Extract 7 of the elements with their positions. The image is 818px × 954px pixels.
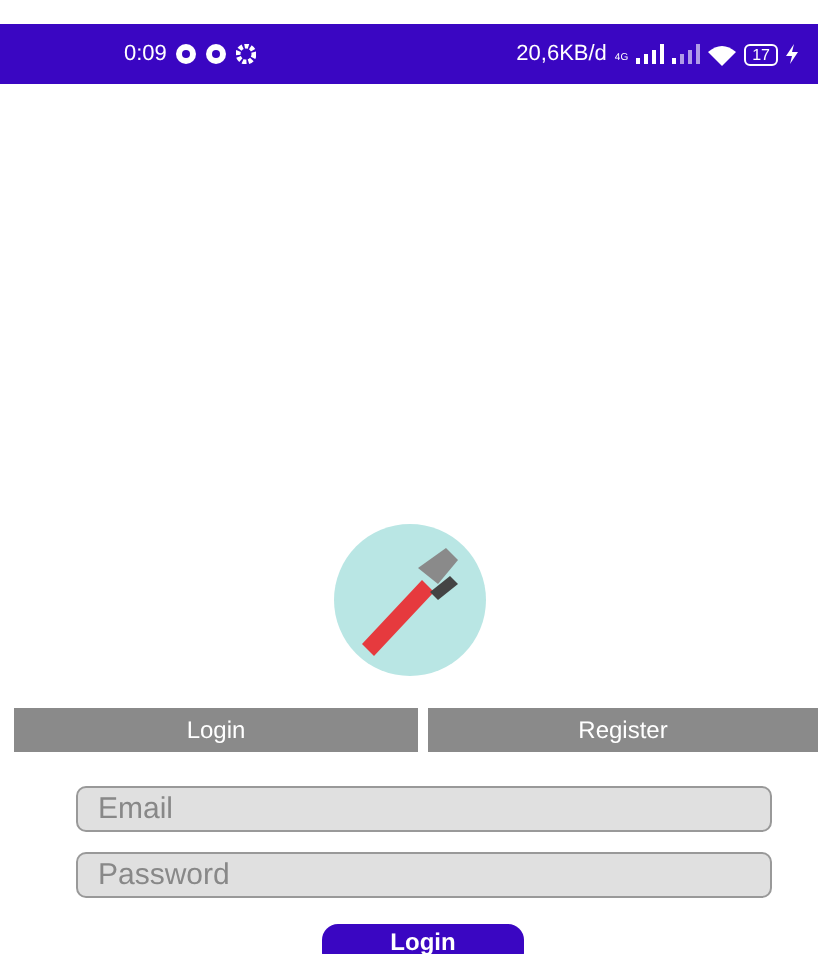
email-field[interactable]: Email xyxy=(76,786,772,832)
password-field[interactable]: Password xyxy=(76,852,772,898)
tab[interactable]: Register xyxy=(428,708,818,752)
data-speed: 20,6KB/d xyxy=(516,39,607,70)
tab[interactable]: Login xyxy=(14,708,418,752)
clock: 0:09 xyxy=(124,39,167,70)
battery-indicator: 17 xyxy=(744,43,778,65)
